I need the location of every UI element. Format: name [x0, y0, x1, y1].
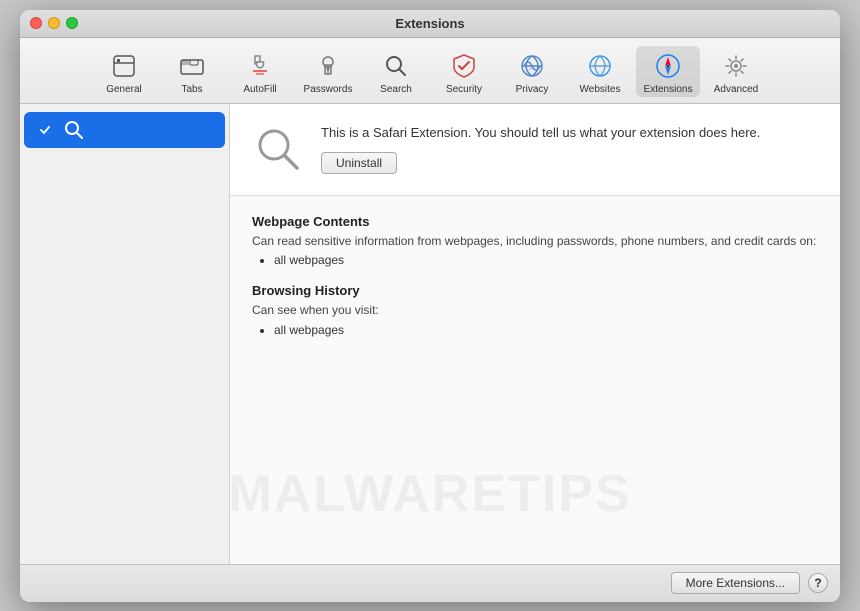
- maximize-button[interactable]: [66, 17, 78, 29]
- search-toolbar-icon: [380, 50, 412, 82]
- browsing-history-desc: Can see when you visit:: [252, 302, 818, 319]
- websites-label: Websites: [580, 84, 621, 95]
- privacy-icon: [516, 50, 548, 82]
- autofill-label: AutoFill: [243, 84, 276, 95]
- toolbar-item-general[interactable]: General: [92, 46, 156, 97]
- toolbar-item-autofill[interactable]: AutoFill: [228, 46, 292, 97]
- extension-header: This is a Safari Extension. You should t…: [230, 104, 840, 196]
- webpage-contents-desc: Can read sensitive information from webp…: [252, 233, 818, 250]
- search-ext-icon: [62, 118, 86, 142]
- extensions-label: Extensions: [644, 84, 693, 95]
- enabled-check-icon: [36, 121, 54, 139]
- extensions-icon: [652, 50, 684, 82]
- uninstall-button[interactable]: Uninstall: [321, 152, 397, 174]
- extension-description: This is a Safari Extension. You should t…: [321, 124, 820, 142]
- toolbar-item-security[interactable]: Security: [432, 46, 496, 97]
- help-button[interactable]: ?: [808, 573, 828, 593]
- webpage-contents-item: all webpages: [274, 253, 818, 267]
- search-label: Search: [380, 84, 412, 95]
- footer: More Extensions... ?: [20, 564, 840, 602]
- toolbar-item-passwords[interactable]: Passwords: [296, 46, 360, 97]
- title-bar: Extensions: [20, 10, 840, 38]
- browsing-history-list: all webpages: [274, 323, 818, 337]
- extension-big-icon: [250, 122, 305, 177]
- webpage-contents-title: Webpage Contents: [252, 214, 818, 229]
- traffic-lights: [30, 17, 78, 29]
- toolbar-item-privacy[interactable]: Privacy: [500, 46, 564, 97]
- extension-info: This is a Safari Extension. You should t…: [321, 124, 820, 174]
- permissions-section: Webpage Contents Can read sensitive info…: [230, 196, 840, 564]
- more-extensions-button[interactable]: More Extensions...: [671, 572, 800, 594]
- permission-group-history: Browsing History Can see when you visit:…: [252, 283, 818, 337]
- toolbar-item-advanced[interactable]: Advanced: [704, 46, 768, 97]
- browsing-history-title: Browsing History: [252, 283, 818, 298]
- safari-preferences-window: Extensions General Tabs: [20, 10, 840, 602]
- window-title: Extensions: [395, 16, 464, 31]
- sidebar: [20, 104, 230, 564]
- toolbar-item-extensions[interactable]: Extensions: [636, 46, 700, 97]
- toolbar-item-tabs[interactable]: Tabs: [160, 46, 224, 97]
- autofill-icon: [244, 50, 276, 82]
- sidebar-item-search-ext[interactable]: [24, 112, 225, 148]
- tabs-icon: [176, 50, 208, 82]
- advanced-label: Advanced: [714, 84, 758, 95]
- security-label: Security: [446, 84, 482, 95]
- webpage-contents-list: all webpages: [274, 253, 818, 267]
- permission-group-webpage: Webpage Contents Can read sensitive info…: [252, 214, 818, 268]
- websites-icon: [584, 50, 616, 82]
- general-label: General: [106, 84, 142, 95]
- privacy-label: Privacy: [516, 84, 549, 95]
- passwords-icon: [312, 50, 344, 82]
- toolbar-item-search[interactable]: Search: [364, 46, 428, 97]
- close-button[interactable]: [30, 17, 42, 29]
- minimize-button[interactable]: [48, 17, 60, 29]
- right-panel: This is a Safari Extension. You should t…: [230, 104, 840, 564]
- passwords-label: Passwords: [304, 84, 353, 95]
- tabs-label: Tabs: [181, 84, 202, 95]
- browsing-history-item: all webpages: [274, 323, 818, 337]
- security-icon: [448, 50, 480, 82]
- main-content: This is a Safari Extension. You should t…: [20, 104, 840, 564]
- general-icon: [108, 50, 140, 82]
- toolbar: General Tabs Auto: [20, 38, 840, 104]
- advanced-icon: [720, 50, 752, 82]
- toolbar-item-websites[interactable]: Websites: [568, 46, 632, 97]
